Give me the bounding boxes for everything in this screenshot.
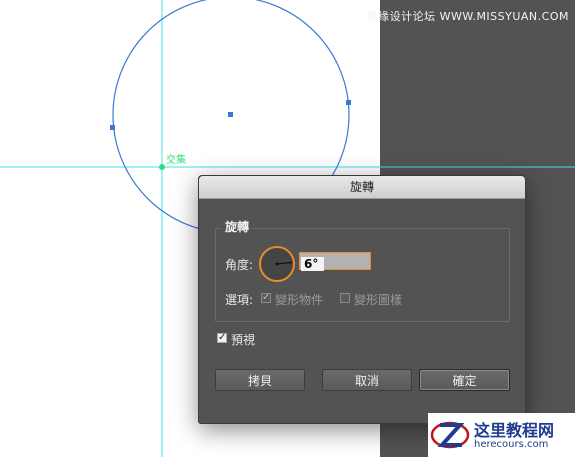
preview-checkbox[interactable]: ✓: [217, 333, 227, 343]
angle-input[interactable]: 6°: [299, 252, 371, 271]
copy-button[interactable]: 拷貝: [215, 369, 305, 391]
angle-dial[interactable]: [259, 246, 295, 282]
transform-patterns-label: 變形圖樣: [354, 293, 403, 307]
logo-subtitle: herecours.com: [474, 439, 549, 450]
rotate-group-label: 旋轉: [221, 218, 254, 235]
smart-guide-label: 交集: [166, 155, 186, 166]
ok-button[interactable]: 確定: [419, 369, 510, 391]
transform-objects-label: 變形物件: [275, 293, 324, 307]
angle-dial-icon: [275, 261, 293, 266]
rotate-dialog: 旋轉 旋轉 角度: 6° 選項: ✓ 變形物件 變形圖樣 ✓ 預視 拷貝 取消 …: [198, 175, 526, 424]
intersect-point: [159, 164, 165, 170]
center-point[interactable]: [228, 112, 233, 117]
transform-patterns-checkbox[interactable]: [340, 293, 350, 303]
logo-title: 这里教程网: [474, 421, 555, 440]
anchor-point-left[interactable]: [110, 125, 115, 130]
transform-objects-checkbox[interactable]: ✓: [261, 293, 271, 303]
anchor-point-right[interactable]: [346, 100, 351, 105]
angle-label: 角度:: [225, 258, 254, 272]
logo-mark-icon: [430, 421, 470, 449]
site-logo: 这里教程网 herecours.com: [428, 413, 575, 457]
dialog-title: 旋轉: [199, 176, 525, 199]
cancel-button[interactable]: 取消: [322, 369, 412, 391]
options-label: 選項:: [225, 293, 254, 307]
preview-label: 預視: [231, 333, 256, 347]
watermark-text: 思缘设计论坛 WWW.MISSYUAN.COM: [366, 10, 569, 23]
angle-value: 6°: [301, 257, 325, 271]
